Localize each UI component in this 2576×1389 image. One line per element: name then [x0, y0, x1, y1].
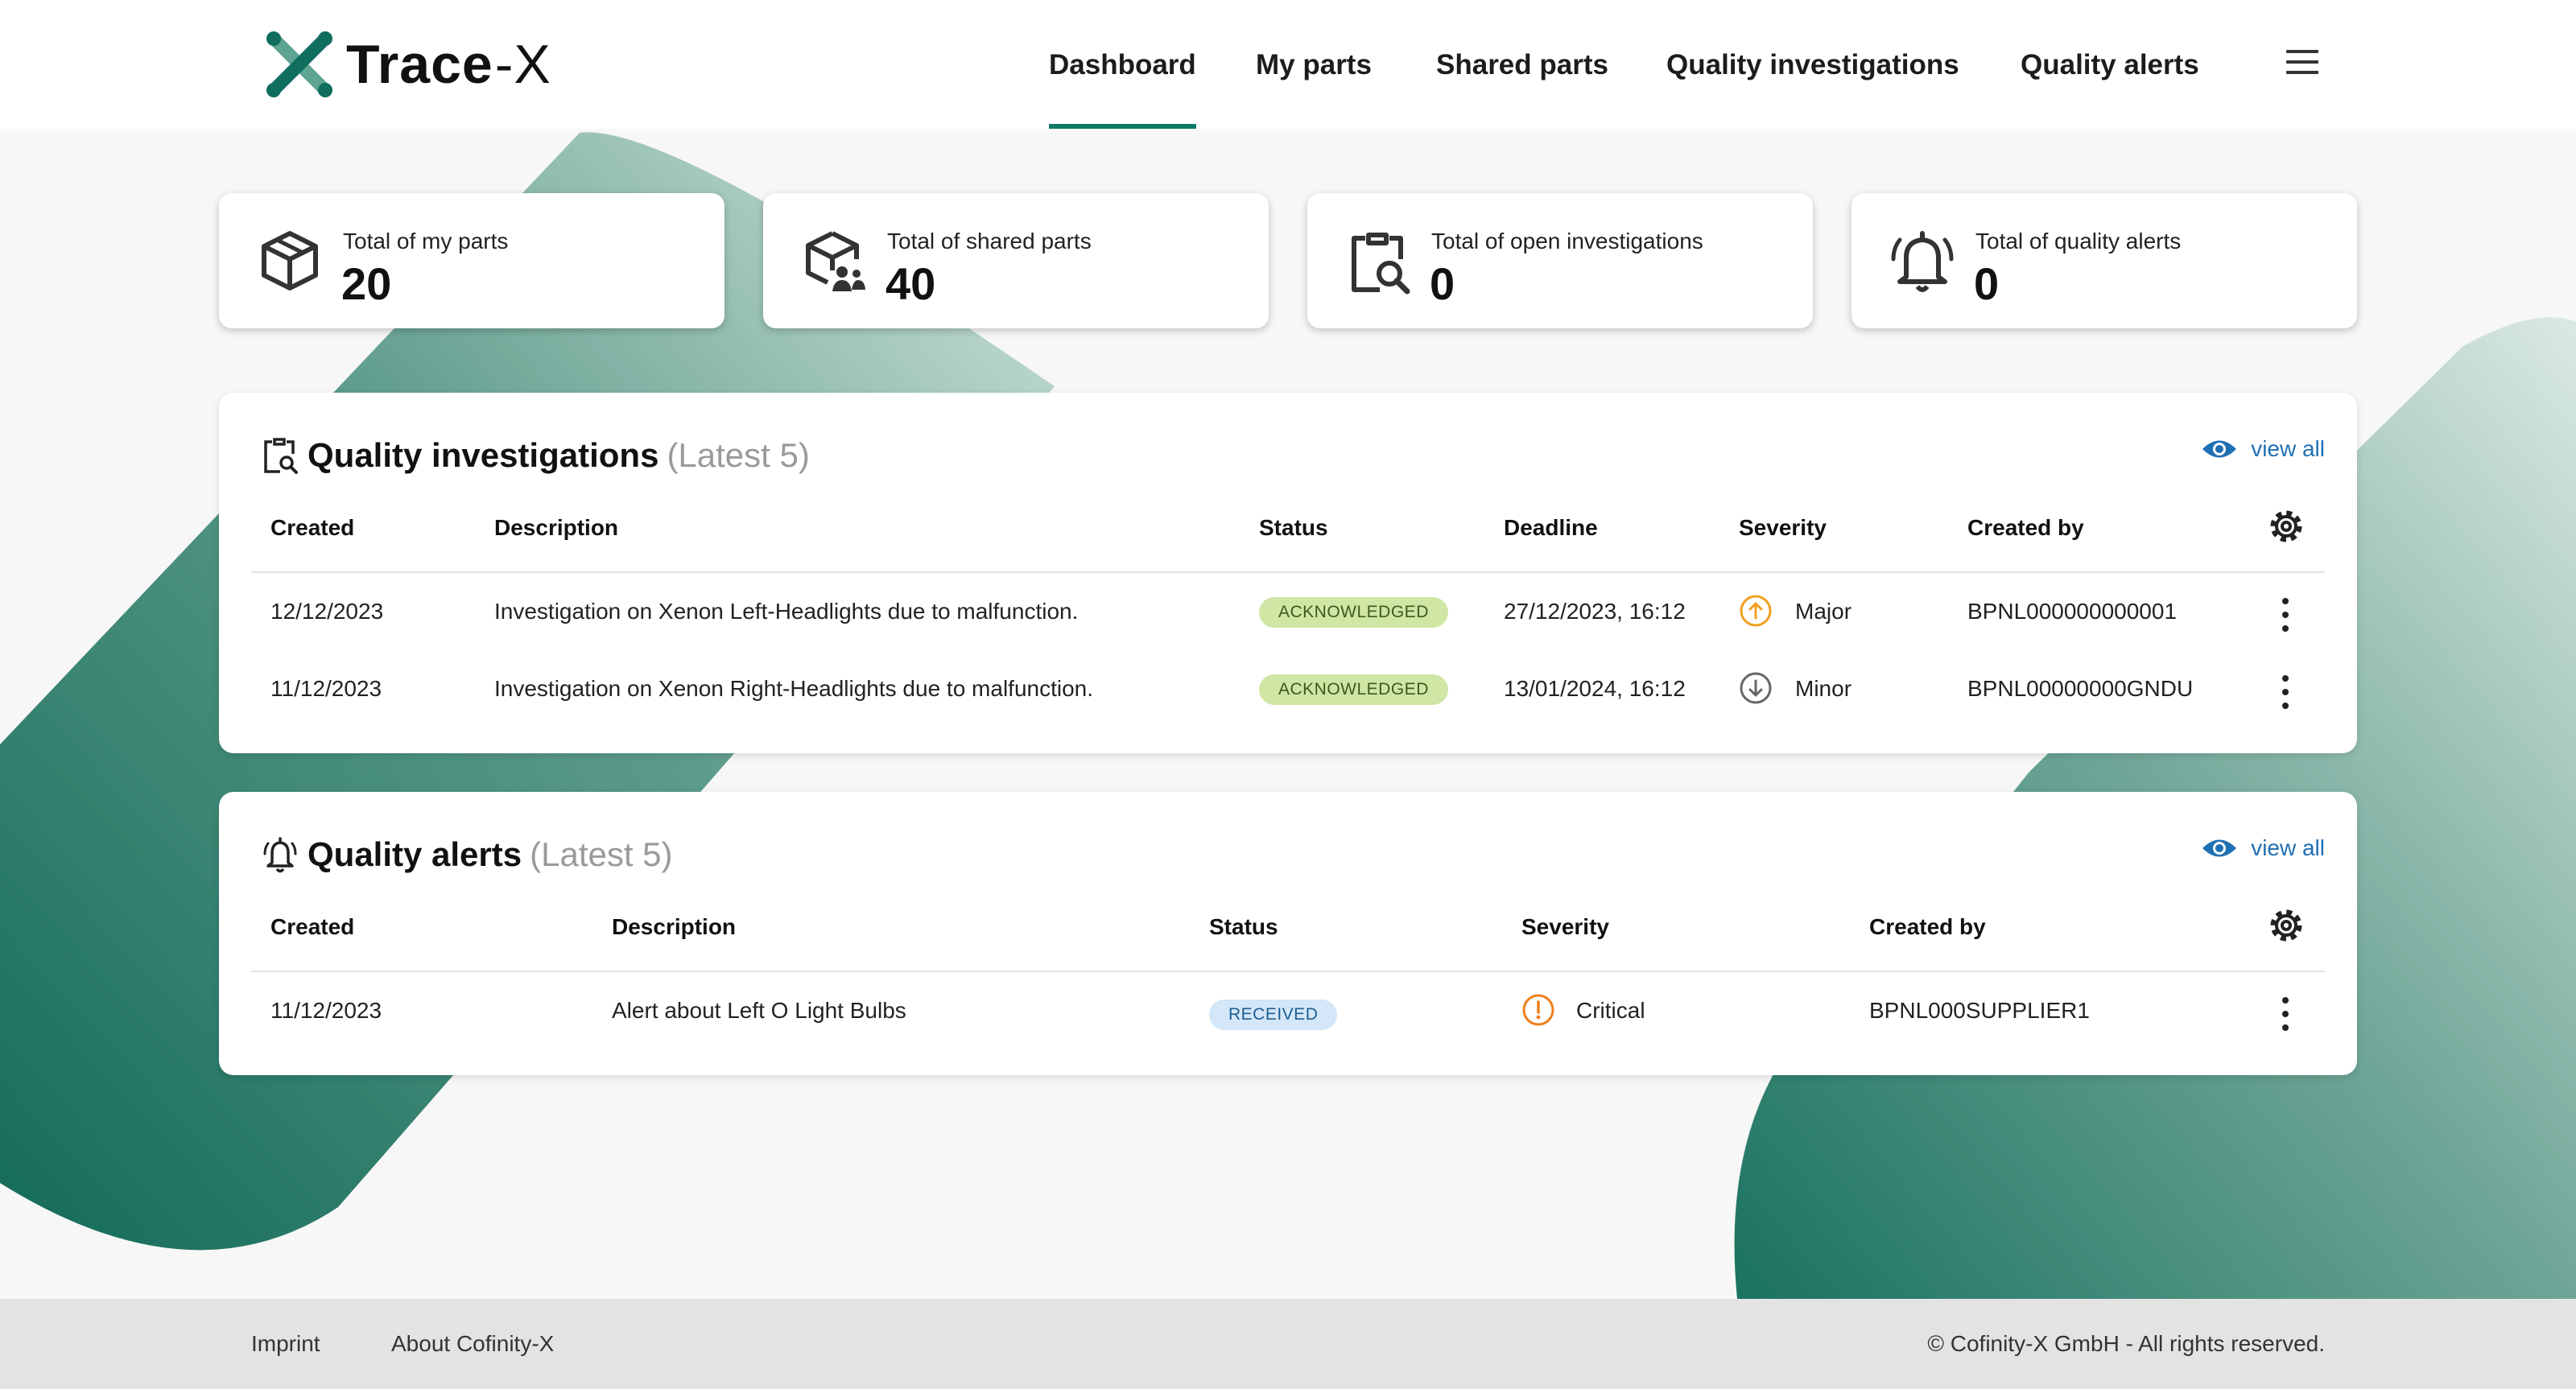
logo-bold-text: Trace [346, 34, 493, 95]
status-badge: ACKNOWLEDGED [1259, 674, 1448, 705]
stat-label: Total of quality alerts [1975, 229, 2182, 253]
column-header-deadline[interactable]: Deadline [1504, 515, 1598, 541]
clipboard-search-icon [264, 438, 298, 474]
panel-subtitle-text: (Latest 5) [667, 436, 810, 474]
row-actions-kebab-icon[interactable] [2280, 598, 2291, 635]
table-settings-gear-icon[interactable] [2267, 507, 2306, 546]
header-divider [251, 571, 2325, 573]
column-header-status[interactable]: Status [1259, 515, 1328, 541]
column-header-created[interactable]: Created [270, 515, 354, 541]
eye-icon [2202, 839, 2237, 857]
view-all-investigations-link[interactable]: view all [2201, 433, 2325, 465]
stat-card-shared-parts[interactable]: Total of shared parts 40 [763, 193, 1269, 328]
stat-value: 40 [886, 258, 936, 309]
column-header-created-by[interactable]: Created by [1967, 515, 2084, 541]
column-header-status[interactable]: Status [1209, 914, 1278, 940]
column-header-created-by[interactable]: Created by [1869, 914, 1986, 940]
nav-my-parts[interactable]: My parts [1256, 0, 1372, 129]
logo-thin-text: -X [494, 34, 551, 95]
table-settings-gear-icon[interactable] [2267, 906, 2306, 945]
bell-alert-icon [1891, 231, 1954, 292]
nav-quality-investigations[interactable]: Quality investigations [1666, 0, 1959, 129]
page-footer: Imprint About Cofinity-X © Cofinity-X Gm… [0, 1299, 2576, 1389]
view-all-label: view all [2251, 436, 2325, 461]
cell-created-by: BPNL000SUPPLIER1 [1869, 998, 2090, 1023]
cell-severity: Minor [1795, 676, 1852, 701]
cell-description: Alert about Left O Light Bulbs [612, 998, 906, 1023]
stat-label: Total of open investigations [1431, 229, 1703, 253]
column-header-created[interactable]: Created [270, 914, 354, 940]
cell-severity: Major [1795, 599, 1852, 624]
cell-severity: Critical [1576, 998, 1645, 1023]
panel-title: Quality investigations (Latest 5) [262, 431, 810, 480]
cell-created: 11/12/2023 [270, 998, 382, 1023]
nav-shared-parts[interactable]: Shared parts [1436, 0, 1608, 129]
cell-created-by: BPNL000000000001 [1967, 599, 2178, 624]
cell-deadline: 13/01/2024, 16:12 [1504, 676, 1686, 701]
nav-dashboard[interactable]: Dashboard [1049, 0, 1196, 129]
quality-alerts-panel: Quality alerts (Latest 5) view all Creat… [219, 792, 2357, 1075]
hamburger-icon[interactable] [2286, 50, 2318, 79]
nav-quality-alerts[interactable]: Quality alerts [2021, 0, 2199, 129]
severity-major-icon [1740, 595, 1772, 627]
column-header-severity[interactable]: Severity [1521, 914, 1609, 940]
quality-investigations-panel: Quality investigations (Latest 5) view a… [219, 393, 2357, 753]
panel-title-text: Quality alerts [308, 835, 522, 873]
clipboard-search-icon [1352, 233, 1410, 295]
view-all-label: view all [2251, 835, 2325, 860]
shared-cube-icon [806, 231, 865, 291]
panel-title: Quality alerts (Latest 5) [262, 831, 673, 879]
stat-value: 0 [1430, 258, 1455, 309]
cell-created-by: BPNL00000000GNDU [1967, 676, 2194, 701]
column-header-description[interactable]: Description [612, 914, 736, 940]
stat-card-my-parts[interactable]: Total of my parts 20 [219, 193, 724, 328]
footer-link-about[interactable]: About Cofinity-X [391, 1331, 554, 1357]
column-header-description[interactable]: Description [494, 515, 618, 541]
top-header: Trace-X Dashboard My parts Shared parts … [0, 0, 2576, 129]
status-badge: RECEIVED [1209, 1000, 1338, 1030]
stat-label: Total of my parts [343, 229, 509, 253]
cube-icon [262, 231, 318, 291]
cell-created: 12/12/2023 [270, 599, 384, 624]
stat-label: Total of shared parts [887, 229, 1092, 253]
cell-created: 11/12/2023 [270, 676, 382, 701]
stat-card-open-investigations[interactable]: Total of open investigations 0 [1307, 193, 1813, 328]
app-logo[interactable]: Trace-X [262, 26, 551, 103]
panel-title-text: Quality investigations [308, 436, 659, 474]
header-divider [251, 971, 2325, 972]
footer-link-imprint[interactable]: Imprint [251, 1331, 320, 1357]
severity-minor-icon [1740, 672, 1772, 704]
eye-icon [2202, 440, 2237, 458]
footer-copyright: © Cofinity-X GmbH - All rights reserved. [1927, 1331, 2325, 1356]
view-all-alerts-link[interactable]: view all [2201, 832, 2325, 864]
column-header-severity[interactable]: Severity [1739, 515, 1827, 541]
stat-card-quality-alerts[interactable]: Total of quality alerts 0 [1852, 193, 2357, 328]
bell-alert-icon [263, 837, 297, 873]
logo-wordmark: Trace-X [346, 33, 551, 96]
cell-description: Investigation on Xenon Right-Headlights … [494, 676, 1094, 701]
severity-critical-icon [1522, 994, 1554, 1026]
row-actions-kebab-icon[interactable] [2280, 675, 2291, 712]
row-actions-kebab-icon[interactable] [2280, 997, 2291, 1034]
stat-value: 0 [1974, 258, 2000, 309]
stat-value: 20 [341, 258, 392, 309]
cell-description: Investigation on Xenon Left-Headlights d… [494, 599, 1079, 624]
status-badge: ACKNOWLEDGED [1259, 597, 1448, 628]
cell-deadline: 27/12/2023, 16:12 [1504, 599, 1686, 624]
panel-subtitle-text: (Latest 5) [530, 835, 673, 873]
logo-x-icon [266, 31, 332, 97]
